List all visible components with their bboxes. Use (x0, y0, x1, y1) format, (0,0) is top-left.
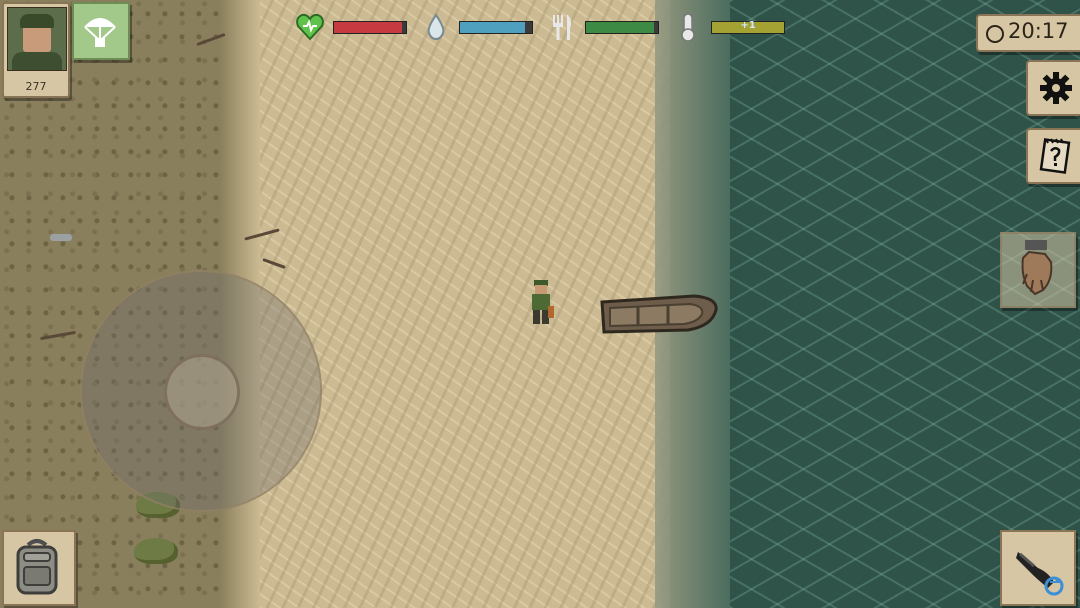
settings-button[interactable] (1026, 60, 1080, 116)
health-bar (333, 21, 407, 34)
temperature-bar: +1 (711, 20, 785, 34)
inventory-backpack-button[interactable] (2, 530, 76, 606)
airdrop-button[interactable] (72, 2, 130, 60)
water-drop-icon (427, 13, 445, 41)
hunger-bar (585, 21, 659, 34)
clock-time: 20:17 (1008, 19, 1069, 43)
status-bars: +1 (295, 10, 795, 46)
movement-joystick[interactable] (80, 270, 322, 512)
notepad-icon (1039, 138, 1071, 174)
backpack-icon (16, 539, 58, 595)
thermometer-icon (681, 13, 695, 42)
gear-icon (1040, 72, 1072, 104)
grab-action-button[interactable] (1000, 232, 1076, 308)
stone (50, 234, 72, 241)
fork-knife-icon (553, 15, 572, 40)
weapon-slot-button[interactable] (1000, 530, 1076, 606)
portrait-counter: 277 (25, 80, 47, 93)
rowboat[interactable] (598, 292, 720, 336)
character-portrait-button[interactable]: 277 (2, 2, 70, 98)
heart-icon (296, 13, 324, 41)
joystick-knob[interactable] (164, 354, 240, 430)
thirst-bar (459, 21, 533, 34)
quest-journal-button[interactable] (1026, 128, 1080, 184)
temperature-label: +1 (740, 20, 756, 31)
parachute-icon (84, 18, 116, 47)
bush (134, 538, 178, 564)
game-clock: 20:17 (976, 14, 1080, 52)
melee-weapon-icon (1016, 552, 1064, 596)
clock-icon (986, 25, 1004, 43)
hand-icon (1021, 240, 1053, 296)
player-character (532, 280, 554, 324)
avatar (7, 7, 67, 71)
